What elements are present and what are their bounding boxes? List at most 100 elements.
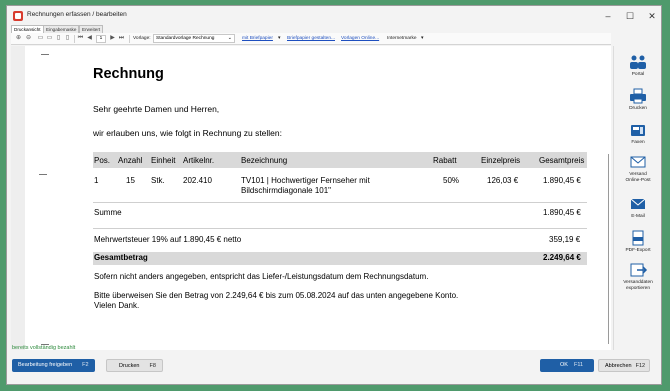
intro-text: wir erlauben uns, wie folgt in Rechnung … [93,128,282,138]
column-anzahl: Anzahl [118,156,143,165]
print-label: Drucken [629,106,647,111]
bottom-bar: Bearbeitung freigeben F2 Drucken F8 OK F11 … [4,354,654,378]
ok-label: OK [560,362,568,368]
pdf-export-label: PDF-Export [625,248,651,253]
window-title: Rechnungen erfassen / bearbeiten [27,11,127,18]
next-page-icon[interactable]: ▶ [109,35,116,42]
chevron-down-icon[interactable]: ▾ [421,35,423,43]
column-artikelnr: Artikelnr. [183,156,215,165]
release-edit-button[interactable]: Bearbeitung freigeben F2 [12,359,95,372]
print-button-key: F8 [149,363,156,369]
salutation: Sehr geehrte Damen und Herren, [93,104,220,114]
row-pos: 1 [94,176,99,185]
template-select[interactable]: Standardvorlage Rechnung ⌄ [153,34,235,43]
export-shipping-label-2: exportieren [626,286,650,291]
delivery-note: Sofern nicht anders angegeben, entsprich… [94,272,429,281]
letterhead-design-link[interactable]: Briefpapier gestalten... [287,35,335,43]
row-article: 202.410 [183,176,212,185]
preview-toolbar: ⊕ ⊖ ▭ ▭ ▯ ▯ ⏮ ◀ 1 ▶ ⏭ Vorlage: Standardv… [11,33,611,45]
fax-button[interactable]: Faxen [614,122,662,146]
template-select-value: Standardvorlage Rechnung [156,36,215,41]
page-width-icon[interactable]: ▭ [46,35,53,42]
print-preview[interactable]: Rechnung Sehr geehrte Damen und Herren, … [11,46,611,350]
column-einzelpreis: Einzelpreis [481,156,521,165]
row-discount: 50% [443,176,460,185]
ok-button[interactable]: OK F11 [540,359,594,372]
column-pos: Pos. [94,156,111,165]
first-page-icon[interactable]: ⏮ [77,35,84,42]
fold-mark [41,54,49,55]
online-post-button[interactable]: Versand Online-Post [614,154,662,184]
pdf-export-button[interactable]: PDF-Export [614,230,662,254]
chevron-down-icon[interactable]: ▾ [278,35,280,43]
people-icon [630,55,646,69]
export-icon [630,263,648,277]
app-icon [13,11,23,21]
fold-mark [39,174,47,175]
row-qty: 15 [126,176,135,185]
fax-label: Faxen [631,140,645,145]
row-desc-line2: Bildschirmdiagonale 101" [241,186,332,195]
close-icon[interactable]: ✕ [641,9,663,23]
online-post-label-2: Online-Post [625,178,651,183]
page-number-field[interactable]: 1 [96,35,106,43]
divider [93,228,587,229]
printer-icon [630,88,646,104]
vat-label: Mehrwertsteuer 19% auf 1.890,45 € netto [94,235,242,244]
chevron-down-icon: ⌄ [227,35,232,41]
prev-page-icon[interactable]: ◀ [86,35,93,42]
mail-icon [630,198,646,209]
portal-label: Portal [631,72,645,77]
document-title: Rechnung [93,66,164,82]
maximize-icon[interactable]: ☐ [619,9,641,23]
print-side-button[interactable]: Drucken [614,88,662,112]
vat-value: 359,19 € [549,235,581,244]
tab-erweitert[interactable]: Erweitert [79,25,104,33]
column-rabatt: Rabatt [433,156,457,165]
left-gutter [11,46,25,350]
sum-value: 1.890,45 € [543,208,581,217]
templates-online-link[interactable]: Vorlagen Online... [341,35,379,43]
two-pages-icon[interactable]: ▯ [55,35,62,42]
column-einheit: Einheit [151,156,176,165]
toolbar-separator [74,35,75,43]
vertical-scrollbar[interactable] [608,154,609,344]
column-gesamtpreis: Gesamtpreis [539,156,585,165]
divider [93,202,587,203]
postage-dropdown[interactable]: Internetmarke [387,35,417,43]
payment-note: Bitte überweisen Sie den Betrag von 2.24… [94,291,459,300]
cancel-key: F12 [635,363,646,369]
print-button-label: Drucken [119,363,140,369]
portal-button[interactable]: Portal [614,54,662,78]
ok-key: F11 [573,362,584,368]
release-edit-key: F2 [82,362,89,368]
column-bezeichnung: Bezeichnung [241,156,288,165]
last-page-icon[interactable]: ⏭ [118,35,125,42]
cancel-label: Abbrechen [605,363,632,369]
minimize-icon[interactable]: – [597,9,619,23]
cancel-button[interactable]: Abbrechen F12 [598,359,650,372]
export-shipping-button[interactable]: Versanddaten exportieren [614,262,662,292]
title-bar: Rechnungen erfassen / bearbeiten – ☐ ✕ [7,6,661,26]
zoom-in-icon[interactable]: ⊕ [15,35,22,42]
email-button[interactable]: E-Mail [614,196,662,220]
toolbar-separator [129,35,130,43]
zoom-out-icon[interactable]: ⊖ [25,35,32,42]
release-edit-label: Bearbeitung freigeben [18,362,73,368]
letterhead-dropdown[interactable]: mit Briefpapier [242,35,273,43]
multi-page-icon[interactable]: ▯ [64,35,71,42]
invoice-window: Rechnungen erfassen / bearbeiten – ☐ ✕ D… [6,5,662,385]
pdf-icon [632,230,644,246]
tab-eingabemaske[interactable]: Eingabemaske [43,25,80,33]
tab-druckansicht[interactable]: Druckansicht [11,25,44,33]
print-button[interactable]: Drucken F8 [106,359,163,372]
action-panel: Portal Drucken Faxen Versand Online-Post [613,46,661,350]
row-desc-line1: TV101 | Hochwertiger Fernseher mit [241,176,370,185]
fax-icon [631,125,645,136]
template-label: Vorlage: [133,36,151,41]
row-unit-price: 126,03 € [487,176,519,185]
page-view-icon[interactable]: ▭ [37,35,44,42]
grand-total-value: 2.249,64 € [543,253,581,262]
row-unit: Stk. [151,176,165,185]
grand-total-bar [93,252,587,265]
